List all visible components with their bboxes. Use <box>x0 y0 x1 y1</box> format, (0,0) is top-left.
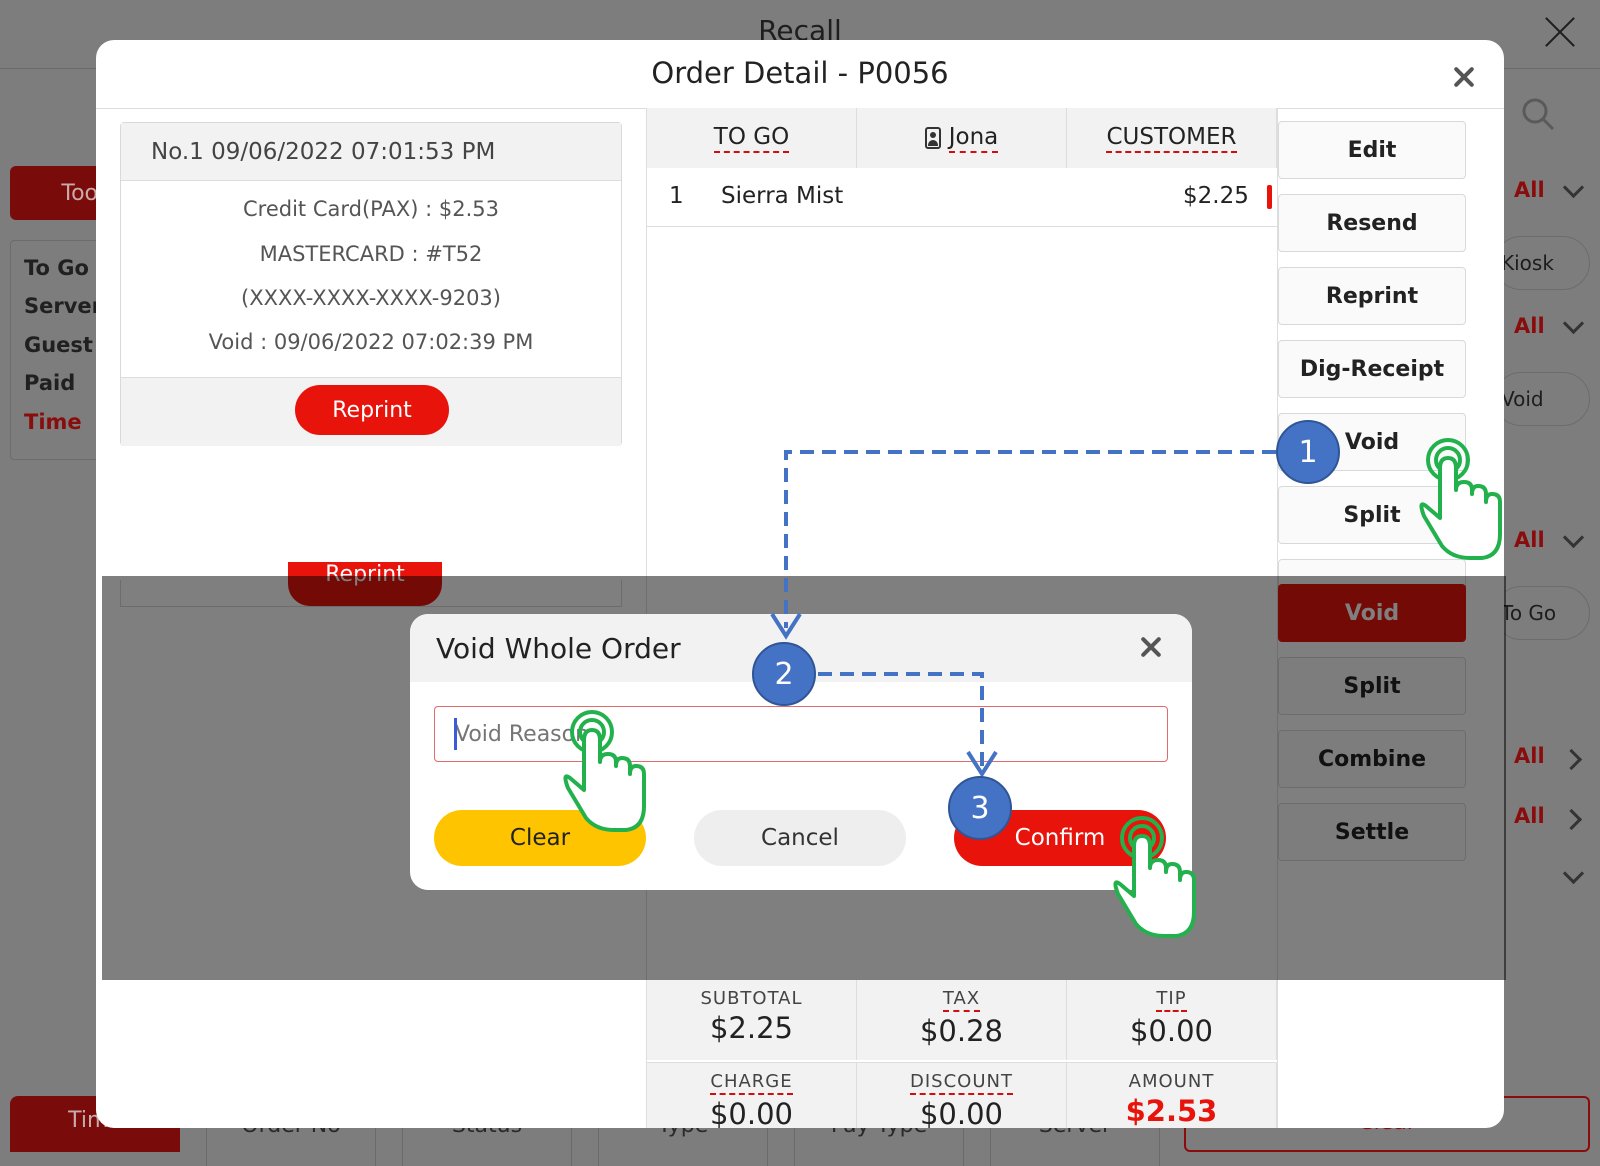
tap-hand-icon <box>1419 438 1502 560</box>
step-badge-2: 2 <box>752 642 816 706</box>
step-arrow-2 <box>818 672 984 766</box>
tutorial-annotations <box>563 438 1502 938</box>
step-arrow-1 <box>784 450 1276 628</box>
step-badge-3: 3 <box>948 776 1012 840</box>
step-badge-1: 1 <box>1276 420 1340 484</box>
tap-hand-icon <box>563 710 646 832</box>
tap-hand-icon <box>1113 816 1196 938</box>
